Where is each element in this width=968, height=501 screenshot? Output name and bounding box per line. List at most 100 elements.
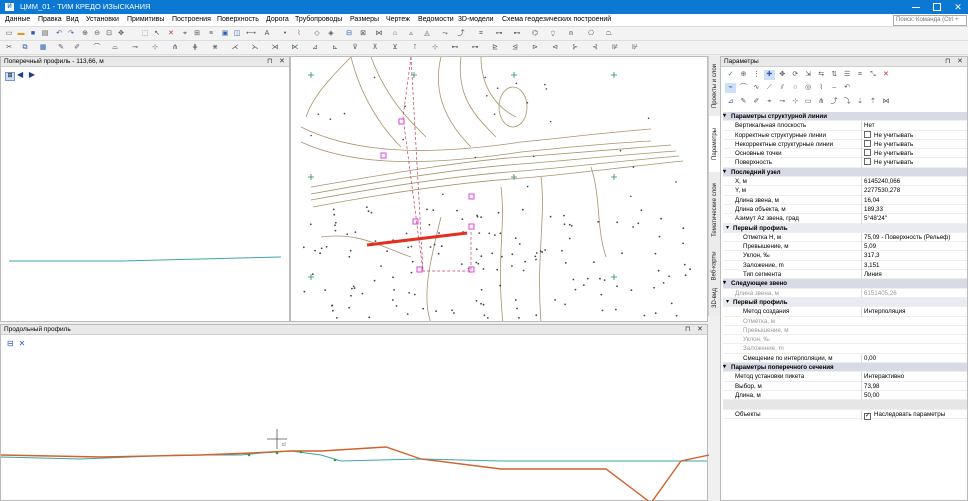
- tool-b-icon[interactable]: ◈: [326, 29, 336, 39]
- circle-mode-icon[interactable]: ○: [790, 83, 801, 93]
- print-icon[interactable]: ▤: [40, 29, 50, 39]
- long-profile-canvas[interactable]: cl: [1, 349, 709, 501]
- survey-point[interactable]: [568, 237, 571, 240]
- survey-point[interactable]: [410, 271, 413, 274]
- panel-close-icon[interactable]: ✕: [697, 325, 703, 335]
- survey-point[interactable]: [332, 208, 335, 211]
- survey-point[interactable]: [545, 88, 548, 90]
- survey-point[interactable]: [564, 262, 567, 264]
- survey-point[interactable]: [658, 235, 661, 238]
- survey-point[interactable]: [568, 223, 571, 226]
- param-value[interactable]: Интерполяция: [861, 307, 967, 317]
- polyline-icon[interactable]: ⌇: [294, 29, 304, 39]
- edit-q-icon[interactable]: ⊼: [370, 43, 380, 53]
- survey-point[interactable]: [353, 287, 356, 289]
- survey-point[interactable]: [549, 215, 552, 218]
- survey-point[interactable]: [621, 252, 623, 255]
- edit-m-icon[interactable]: ⋉: [290, 43, 300, 53]
- minimize-button[interactable]: [907, 1, 925, 13]
- param-row[interactable]: Основные точки Не учитывать: [723, 149, 967, 159]
- survey-point[interactable]: [352, 285, 355, 288]
- survey-point[interactable]: [303, 290, 306, 293]
- survey-point[interactable]: [675, 181, 677, 183]
- survey-point[interactable]: [572, 278, 575, 281]
- param-value[interactable]: 5,09: [861, 242, 967, 252]
- survey-point[interactable]: [668, 275, 670, 278]
- param-value[interactable]: 2277530,278: [861, 186, 967, 196]
- survey-point[interactable]: [346, 233, 349, 236]
- survey-point[interactable]: [410, 245, 413, 248]
- tool-a-icon[interactable]: ◇: [312, 29, 322, 39]
- param-row[interactable]: Метод установки пикета Интерактивно: [723, 372, 967, 382]
- snap-icon[interactable]: ⌖: [180, 29, 190, 39]
- profile-k-icon[interactable]: ⇣: [855, 97, 866, 107]
- select-icon[interactable]: ⬚: [140, 29, 150, 39]
- survey-point[interactable]: [493, 113, 496, 115]
- survey-point[interactable]: [348, 306, 350, 309]
- param-value[interactable]: Нет: [861, 121, 967, 131]
- tool-m-icon[interactable]: ⊷: [512, 29, 522, 39]
- menu-data[interactable]: Данные: [5, 16, 30, 23]
- tool-q-icon[interactable]: ⎔: [586, 29, 596, 39]
- survey-point[interactable]: [413, 293, 416, 296]
- edit-a-icon[interactable]: ✎: [56, 43, 66, 53]
- tool-c-icon[interactable]: ⊟: [344, 29, 354, 39]
- survey-point[interactable]: [544, 83, 546, 86]
- survey-point[interactable]: [334, 229, 337, 232]
- param-row[interactable]: Y, м 2277530,278: [723, 186, 967, 196]
- survey-point[interactable]: [524, 260, 527, 263]
- survey-point[interactable]: [534, 255, 537, 258]
- profile-settings-icon[interactable]: ⊟: [7, 339, 14, 348]
- survey-point[interactable]: [311, 273, 314, 276]
- menu-road[interactable]: Дорога: [266, 16, 289, 23]
- edit-u-icon[interactable]: ⊷: [450, 43, 460, 53]
- grid-icon[interactable]: ⊞: [192, 29, 202, 39]
- collapse-icon[interactable]: ▾: [723, 363, 726, 372]
- param-row[interactable]: Длина звена, м 6151405,26: [723, 288, 967, 298]
- survey-point[interactable]: [675, 314, 678, 317]
- param-row[interactable]: Превышение, м 5,09: [723, 242, 967, 252]
- survey-point[interactable]: [478, 232, 481, 235]
- profile-e-icon[interactable]: ⊸: [777, 97, 788, 107]
- survey-point[interactable]: [407, 246, 410, 249]
- survey-point[interactable]: [494, 234, 496, 237]
- survey-point[interactable]: [482, 303, 485, 306]
- survey-point[interactable]: [367, 210, 370, 213]
- tool-j-icon[interactable]: ⤴: [456, 29, 466, 39]
- checkbox[interactable]: ✓: [864, 412, 871, 420]
- param-row[interactable]: Метод создания Интерполяция: [723, 307, 967, 317]
- survey-point[interactable]: [392, 299, 394, 301]
- pick-icon[interactable]: ⤡: [867, 70, 878, 80]
- survey-point[interactable]: [515, 82, 518, 85]
- survey-point[interactable]: [654, 312, 657, 315]
- survey-point[interactable]: [561, 249, 563, 252]
- node-icon[interactable]: ⌗: [855, 70, 866, 80]
- survey-point[interactable]: [601, 309, 604, 312]
- param-value[interactable]: 50,00: [861, 390, 967, 401]
- survey-point[interactable]: [348, 255, 351, 258]
- survey-point[interactable]: [563, 214, 565, 217]
- survey-point[interactable]: [526, 102, 529, 104]
- survey-point[interactable]: [554, 299, 556, 301]
- cross-profile-canvas[interactable]: [1, 81, 291, 321]
- collapse-icon[interactable]: ▾: [723, 112, 726, 121]
- edit-ab-icon[interactable]: ⊰: [590, 43, 600, 53]
- pan-icon[interactable]: ✥: [116, 29, 126, 39]
- survey-point[interactable]: [603, 279, 606, 281]
- survey-point[interactable]: [499, 284, 501, 287]
- edit-p-icon[interactable]: ⊽: [350, 43, 360, 53]
- survey-point[interactable]: [453, 312, 455, 314]
- survey-point[interactable]: [484, 76, 486, 79]
- survey-point[interactable]: [615, 308, 617, 311]
- survey-point[interactable]: [486, 317, 489, 319]
- survey-point[interactable]: [518, 317, 520, 319]
- param-row[interactable]: X, м 6145240,066: [723, 177, 967, 187]
- menu-reports[interactable]: Ведомости: [418, 16, 454, 23]
- survey-point[interactable]: [632, 226, 634, 228]
- text-icon[interactable]: A: [262, 29, 272, 39]
- menu-drawing[interactable]: Чертеж: [386, 16, 410, 23]
- layers-icon[interactable]: ≡: [206, 29, 216, 39]
- param-value[interactable]: Линия: [861, 270, 967, 280]
- param-value[interactable]: 3,151: [861, 260, 967, 271]
- survey-point[interactable]: [402, 138, 404, 141]
